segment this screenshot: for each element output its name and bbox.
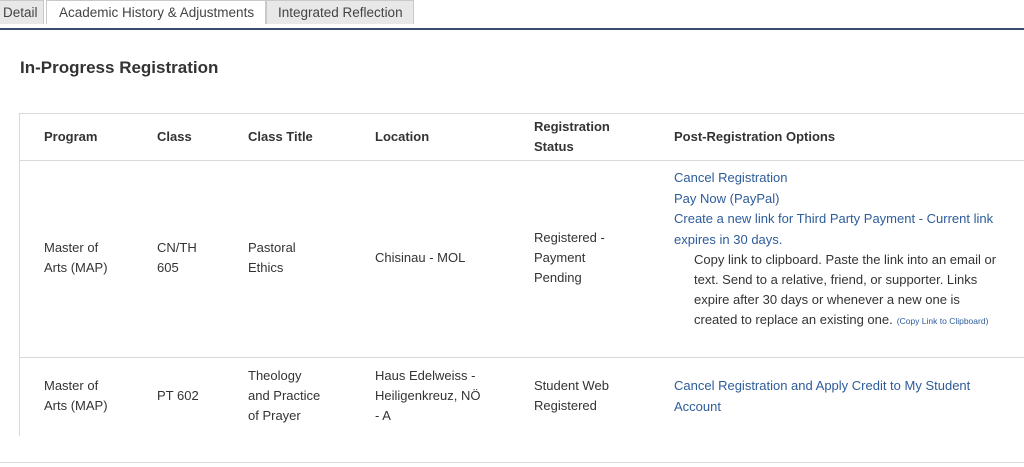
header-location: Location: [375, 129, 430, 144]
header-status-line1: Registration: [534, 119, 610, 134]
class-line2: 605: [157, 260, 179, 275]
header-class: Class: [157, 129, 192, 144]
note-line3: expire after 30 days or whenever a new o…: [694, 292, 960, 307]
status-line3: Pending: [534, 270, 582, 285]
registration-table: Program Class Class Title Location Regis…: [19, 113, 1024, 436]
note-line1: Copy link to clipboard. Paste the link i…: [694, 252, 997, 267]
tab-divider: [0, 28, 1024, 30]
status-line2: Registered: [534, 398, 597, 413]
pay-now-paypal-link[interactable]: Pay Now (PayPal): [674, 189, 1024, 210]
header-class-title: Class Title: [248, 129, 313, 144]
tab-academic-history[interactable]: Academic History & Adjustments: [46, 0, 266, 24]
cell-registration-status: Registered - Payment Pending: [534, 228, 654, 288]
cell-program: Master of Arts (MAP): [44, 376, 144, 416]
cancel-credit-line2: Account: [674, 398, 721, 414]
location-line1: Haus Edelweiss -: [375, 368, 476, 383]
cell-registration-status: Student Web Registered: [534, 376, 654, 416]
third-party-line2: expires in 30 days.: [674, 231, 783, 247]
table-row: Master of Arts (MAP) PT 602 Theology and…: [20, 358, 1024, 436]
status-line1: Student Web: [534, 378, 609, 393]
program-line1: Master of: [44, 240, 99, 255]
section-title: In-Progress Registration: [20, 58, 219, 77]
status-line1: Registered -: [534, 230, 605, 245]
title-line2: and Practice: [248, 388, 321, 403]
third-party-payment-link[interactable]: Create a new link for Third Party Paymen…: [674, 209, 1024, 250]
header-registration-status: Registration Status: [534, 117, 654, 157]
header-program: Program: [44, 129, 98, 144]
header-status-line2: Status: [534, 139, 574, 154]
cancel-registration-link[interactable]: Cancel Registration: [674, 168, 1024, 189]
location-line3: - A: [375, 408, 391, 423]
cell-post-registration-options: Cancel Registration Pay Now (PayPal) Cre…: [674, 168, 1024, 331]
program-line2: Arts (MAP): [44, 398, 108, 413]
title-line2: Ethics: [248, 260, 284, 275]
bottom-divider: [0, 462, 1024, 463]
table-row: Master of Arts (MAP) CN/TH 605 Pastoral …: [20, 160, 1024, 358]
program-line1: Master of: [44, 378, 99, 393]
note-line4-wrap: created to replace an existing one. (Copy…: [674, 310, 1024, 331]
cell-class: PT 602: [157, 388, 199, 403]
cell-class-title: Theology and Practice of Prayer: [248, 366, 358, 426]
cell-class-title: Pastoral Ethics: [248, 238, 358, 278]
cell-program: Master of Arts (MAP): [44, 238, 144, 278]
tab-integrated-reflection[interactable]: Integrated Reflection: [266, 0, 414, 24]
cell-class: CN/TH 605: [157, 238, 237, 278]
cancel-credit-line1: Cancel Registration and Apply Credit to …: [674, 378, 971, 393]
class-line1: CN/TH: [157, 240, 197, 255]
note-line2: text. Send to a relative, friend, or sup…: [694, 272, 978, 287]
table-header-row: Program Class Class Title Location Regis…: [20, 114, 1024, 161]
copy-link-to-clipboard-link[interactable]: (Copy Link to Clipboard): [897, 316, 989, 326]
header-post-registration-options: Post-Registration Options: [674, 129, 836, 144]
tab-detail[interactable]: Detail: [0, 0, 44, 24]
program-line2: Arts (MAP): [44, 260, 108, 275]
cancel-and-apply-credit-link[interactable]: Cancel Registration and Apply Credit to …: [674, 376, 1024, 417]
cell-post-registration-options: Cancel Registration and Apply Credit to …: [674, 376, 1024, 417]
title-line1: Pastoral: [248, 240, 296, 255]
third-party-line1: Create a new link for Third Party Paymen…: [674, 211, 994, 226]
note-line4: created to replace an existing one.: [694, 312, 893, 327]
location-line2: Heiligenkreuz, NÖ: [375, 388, 481, 403]
tab-bar: Detail Academic History & Adjustments In…: [0, 0, 1024, 28]
title-line3: of Prayer: [248, 408, 301, 423]
status-line2: Payment: [534, 250, 586, 265]
title-line1: Theology: [248, 368, 302, 383]
cell-location: Chisinau - MOL: [375, 250, 466, 265]
cell-location: Haus Edelweiss - Heiligenkreuz, NÖ - A: [375, 366, 525, 426]
